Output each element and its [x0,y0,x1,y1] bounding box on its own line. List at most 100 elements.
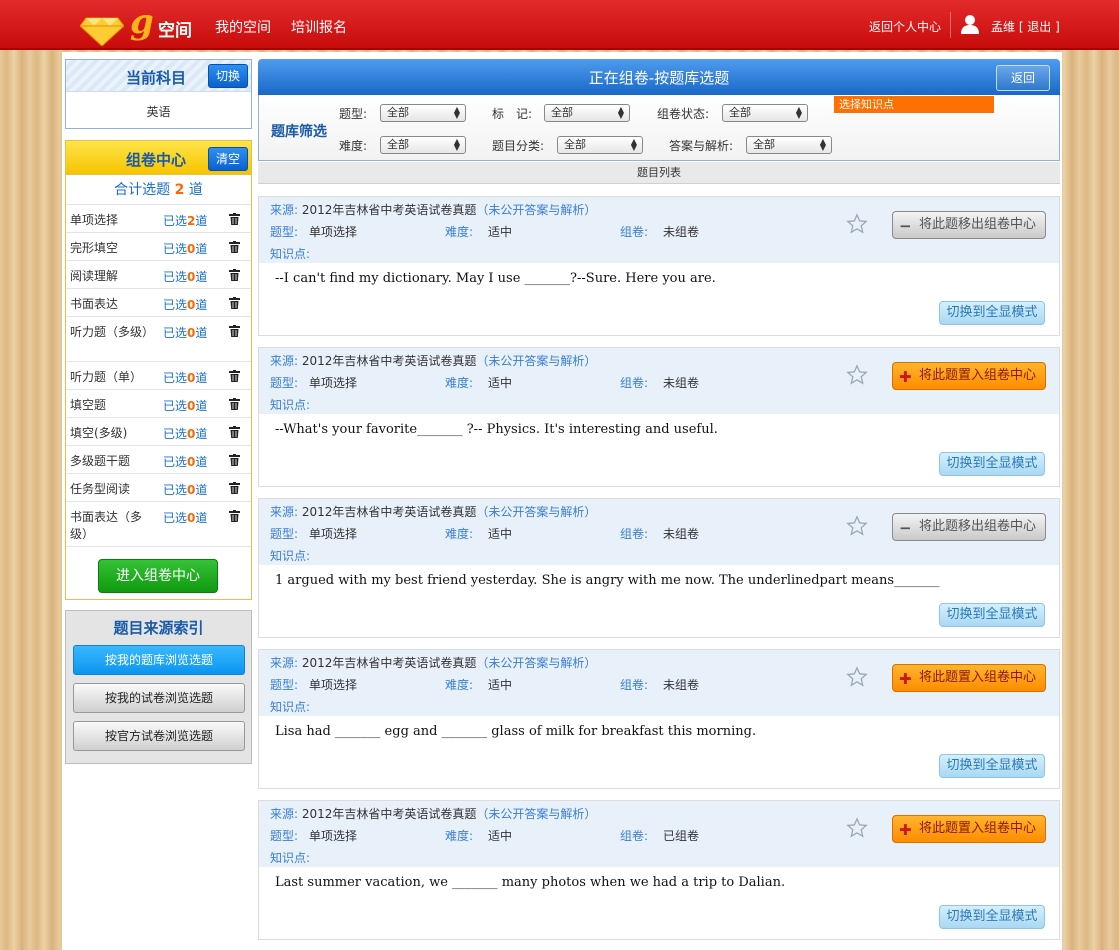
selected-prefix: 已选 [163,399,188,413]
difficulty-value: 适中 [488,527,513,541]
nav-my-space[interactable]: 我的空间 [215,17,271,37]
type-select[interactable]: 全部 ▲ ▼ [380,104,466,122]
category-selected-count: 已选0道 [163,369,207,386]
star-icon[interactable] [846,213,868,235]
category-name[interactable]: 任务型阅读 [70,481,156,498]
select-arrows-icon: ▲ ▼ [453,105,460,120]
category-name[interactable]: 填空(多级) [70,425,156,442]
status-filter-label: 组卷状态: [657,107,710,121]
selected-unit: 道 [195,214,208,228]
category-name[interactable]: 填空题 [70,397,156,414]
star-icon[interactable] [846,364,868,386]
difficulty-value: 适中 [488,678,513,692]
selected-unit: 道 [195,511,208,525]
category-name[interactable]: 阅读理解 [70,268,156,285]
select-arrows-icon: ▲ ▼ [795,105,802,120]
trash-icon[interactable] [229,510,240,522]
full-display-mode-button[interactable]: 切换到全显模式 [939,301,1045,325]
switch-subject-button[interactable]: 切换 [208,64,248,88]
difficulty-select-value: 全部 [387,138,409,151]
difficulty-label: 难度: [445,678,474,692]
selected-unit: 道 [195,326,208,340]
status-value: 未组卷 [663,225,700,239]
trash-icon[interactable] [229,241,240,253]
trash-icon[interactable] [229,269,240,281]
center-title: 组卷中心 [126,151,187,169]
full-display-mode-button[interactable]: 切换到全显模式 [939,905,1045,929]
clear-button[interactable]: 清空 [208,147,248,171]
trash-icon[interactable] [229,213,240,225]
source-value[interactable]: 2012年吉林省中考英语试卷真题 [302,505,477,519]
source-value[interactable]: 2012年吉林省中考英语试卷真题 [302,354,477,368]
status-select[interactable]: 全部 ▲ ▼ [722,104,808,122]
selected-prefix: 已选 [163,270,188,284]
select-arrows-icon: ▲ ▼ [630,137,637,152]
question-text: 1 argued with my best friend yesterday. … [275,573,940,588]
selected-unit: 道 [195,427,208,441]
answer-select[interactable]: 全部 ▲ ▼ [746,136,832,154]
category-name[interactable]: 听力题（多级） [70,324,156,341]
remove-from-center-button[interactable]: − 将此题移出组卷中心 [892,513,1046,541]
category-name[interactable]: 书面表达（多级） [70,509,156,543]
category-select[interactable]: 全部 ▲ ▼ [557,136,643,154]
trash-icon[interactable] [229,297,240,309]
type-label: 题型: [270,376,299,390]
source-value[interactable]: 2012年吉林省中考英语试卷真题 [302,656,477,670]
type-label: 题型: [270,678,299,692]
difficulty-value: 适中 [488,225,513,239]
trash-icon[interactable] [229,426,240,438]
difficulty-select[interactable]: 全部 ▲ ▼ [380,136,466,154]
remove-from-center-button[interactable]: − 将此题移出组卷中心 [892,211,1046,239]
site-logo[interactable]: g 空间 [80,2,195,46]
page-title: 正在组卷-按题库选题 [588,69,730,87]
select-knowledge-point-button[interactable]: 选择知识点 [834,96,994,113]
select-arrows-icon: ▲ ▼ [617,105,624,120]
category-filter-label: 题目分类: [492,139,545,153]
difficulty-label: 难度: [445,829,474,843]
add-to-center-button[interactable]: ✚ 将此题置入组卷中心 [892,362,1046,390]
back-button[interactable]: 返回 [996,65,1050,91]
category-name[interactable]: 完形填空 [70,240,156,257]
browse-my-bank-button[interactable]: 按我的题库浏览选题 [73,645,245,675]
question-source: 来源: 2012年吉林省中考英语试卷真题（未公开答案与解析） [270,654,596,671]
status-label: 组卷: [620,225,649,239]
category-name[interactable]: 单项选择 [70,212,156,229]
enter-paper-center-button[interactable]: 进入组卷中心 [98,559,218,593]
personal-center-link[interactable]: 返回个人中心 [869,18,941,35]
question-source: 来源: 2012年吉林省中考英语试卷真题（未公开答案与解析） [270,201,596,218]
browse-official-papers-button[interactable]: 按官方试卷浏览选题 [73,721,245,751]
browse-my-papers-button[interactable]: 按我的试卷浏览选题 [73,683,245,713]
category-name[interactable]: 听力题（单） [70,369,156,386]
add-to-center-button[interactable]: ✚ 将此题置入组卷中心 [892,815,1046,843]
trash-icon[interactable] [229,398,240,410]
category-name[interactable]: 书面表达 [70,296,156,313]
trash-icon[interactable] [229,482,240,494]
question-meta: 来源: 2012年吉林省中考英语试卷真题（未公开答案与解析） 题型: 单项选择 难度:… [259,650,1059,716]
type-value: 单项选择 [309,527,358,541]
trash-icon[interactable] [229,370,240,382]
question-filter: 题库筛选 题型: 全部 ▲ ▼ 标 记: 全部 ▲ ▼ 组卷状态: 全部 ▲ ▼ 选择知识点… [258,95,1060,161]
mark-select[interactable]: 全部 ▲ ▼ [544,104,630,122]
trash-icon[interactable] [229,325,240,337]
category-selected-count: 已选0道 [163,453,207,470]
source-value[interactable]: 2012年吉林省中考英语试卷真题 [302,203,477,217]
star-icon[interactable] [846,666,868,688]
category-row: 任务型阅读 已选0道 [66,474,251,502]
full-display-mode-button[interactable]: 切换到全显模式 [939,452,1045,476]
source-index-panel: 题目来源索引 按我的题库浏览选题 按我的试卷浏览选题 按官方试卷浏览选题 [65,610,252,764]
star-icon[interactable] [846,817,868,839]
selected-unit: 道 [195,298,208,312]
source-value[interactable]: 2012年吉林省中考英语试卷真题 [302,807,477,821]
question-meta: 来源: 2012年吉林省中考英语试卷真题（未公开答案与解析） 题型: 单项选择 难度:… [259,801,1059,867]
full-display-mode-button[interactable]: 切换到全显模式 [939,754,1045,778]
star-icon[interactable] [846,515,868,537]
add-to-center-button[interactable]: ✚ 将此题置入组卷中心 [892,664,1046,692]
category-name[interactable]: 多级题干题 [70,453,156,470]
selected-prefix: 已选 [163,427,188,441]
full-display-mode-button[interactable]: 切换到全显模式 [939,603,1045,627]
user-logout-link[interactable]: 孟维 [ 退出 ] [991,18,1060,35]
trash-icon[interactable] [229,454,240,466]
difficulty-value: 适中 [488,829,513,843]
nav-training-signup[interactable]: 培训报名 [291,17,347,37]
user-icon [961,15,979,34]
